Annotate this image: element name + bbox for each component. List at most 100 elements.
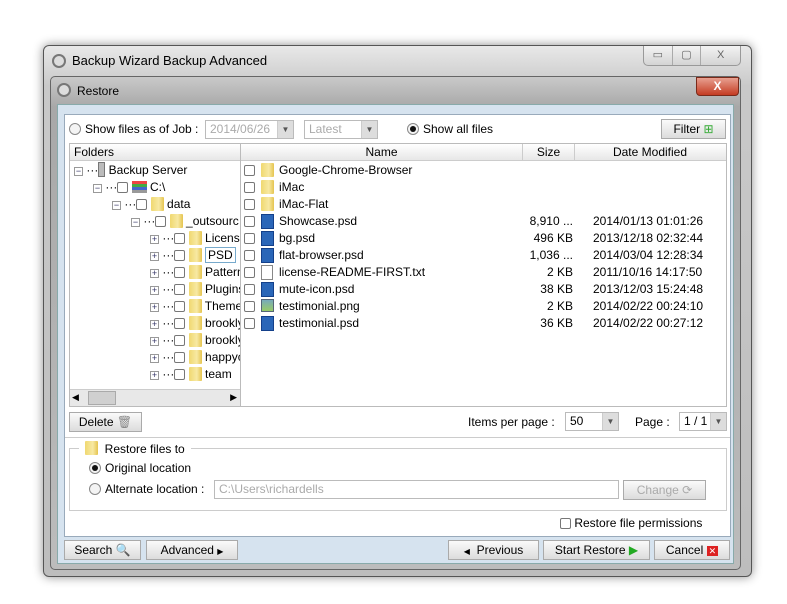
tree-checkbox[interactable] [174, 284, 186, 295]
folder-icon [169, 214, 183, 228]
file-checkbox[interactable] [244, 182, 255, 193]
tree-item[interactable]: + ··· Pattern [150, 264, 240, 281]
tree-item-label: happyc [205, 350, 241, 364]
file-checkbox[interactable] [244, 250, 255, 261]
folder-file-icon [261, 180, 274, 194]
file-checkbox[interactable] [244, 318, 255, 329]
tree-checkbox[interactable] [174, 335, 186, 346]
file-checkbox[interactable] [244, 199, 255, 210]
folder-tree: Folders − ··· Backup Server − ··· C:\ − ··… [69, 143, 241, 407]
file-checkbox[interactable] [244, 284, 255, 295]
restore-permissions-checkbox[interactable]: Restore file permissions [560, 516, 702, 530]
file-name: Google-Chrome-Browser [279, 163, 413, 177]
file-row[interactable]: mute-icon.psd 38 KB 2013/12/03 15:24:48 [241, 281, 725, 298]
file-row[interactable]: license-README-FIRST.txt 2 KB 2011/10/16 1… [241, 264, 725, 281]
file-row[interactable]: flat-browser.psd 1,036 ... 2014/03/04 12:2… [241, 247, 725, 264]
page-select[interactable]: 1 / 1 ▼ [679, 412, 727, 431]
file-row[interactable]: iMac-Flat [241, 196, 725, 213]
tree-item[interactable]: − ··· C:\ [93, 179, 165, 196]
expand-toggle-icon[interactable]: + [150, 320, 159, 329]
tree-checkbox[interactable] [136, 199, 148, 210]
tree-checkbox[interactable] [174, 301, 186, 312]
tree-checkbox[interactable] [174, 233, 186, 244]
tree-item[interactable]: + ··· Plugins [150, 281, 240, 298]
expand-toggle-icon[interactable]: + [150, 269, 159, 278]
tree-horizontal-scrollbar[interactable]: ◀ ▶ [70, 389, 240, 406]
tree-item[interactable]: − ··· Backup Server [74, 162, 187, 179]
delete-button[interactable]: Delete 🗑 [69, 412, 142, 432]
expand-toggle-icon[interactable]: + [150, 235, 159, 244]
file-checkbox[interactable] [244, 165, 255, 176]
expand-toggle-icon[interactable]: − [112, 201, 121, 210]
tree-checkbox[interactable] [174, 352, 186, 363]
tree-item[interactable]: + ··· PSD [150, 247, 236, 264]
file-row[interactable]: testimonial.psd 36 KB 2014/02/22 00:27:12 [241, 315, 725, 332]
show-as-of-job-radio[interactable]: Show files as of Job : [69, 122, 198, 136]
file-row[interactable]: Google-Chrome-Browser [241, 162, 725, 179]
column-date-modified[interactable]: Date Modified [575, 144, 725, 160]
expand-toggle-icon[interactable]: − [74, 167, 83, 176]
tree-checkbox[interactable] [174, 267, 186, 278]
tree-item[interactable]: + ··· brookly [150, 315, 240, 332]
show-all-files-radio[interactable]: Show all files [407, 122, 493, 136]
start-restore-label: Start Restore [554, 543, 626, 557]
folder-icon [188, 367, 202, 381]
advanced-button[interactable]: Advanced ▶ [146, 540, 238, 560]
expand-toggle-icon[interactable]: − [93, 184, 102, 193]
tree-checkbox[interactable] [155, 216, 167, 227]
page-value: 1 / 1 [684, 414, 708, 428]
column-size[interactable]: Size [523, 144, 575, 160]
file-row[interactable]: bg.psd 496 KB 2013/12/18 02:32:44 [241, 230, 725, 247]
page-label: Page : [635, 415, 670, 429]
job-version-select[interactable]: Latest ▼ [304, 120, 378, 139]
cancel-button[interactable]: Cancel ✕ [654, 540, 730, 560]
chevron-down-icon: ▼ [277, 121, 293, 138]
items-per-page-select[interactable]: 50 ▼ [565, 412, 619, 431]
alternate-location-input[interactable]: C:\Users\richardells [214, 480, 619, 499]
dialog-close-button[interactable]: X [696, 77, 739, 96]
expand-toggle-icon[interactable]: + [150, 303, 159, 312]
dialog-icon [57, 83, 71, 97]
column-name[interactable]: Name [241, 144, 523, 160]
maximize-button[interactable]: ▢ [673, 46, 702, 65]
expand-toggle-icon[interactable]: + [150, 354, 159, 363]
tree-checkbox[interactable] [174, 250, 186, 261]
tree-item[interactable]: + ··· Licens [150, 230, 240, 247]
change-button[interactable]: Change ⟳ [623, 480, 706, 500]
tree-item[interactable]: + ··· brookly [150, 332, 240, 349]
file-checkbox[interactable] [244, 301, 255, 312]
tree-item[interactable]: + ··· Theme [150, 298, 240, 315]
scroll-left-icon[interactable]: ◀ [72, 392, 79, 403]
job-version-value: Latest [309, 122, 342, 136]
file-name: testimonial.psd [279, 316, 360, 330]
alternate-location-radio[interactable]: Alternate location : [89, 482, 204, 496]
start-restore-button[interactable]: Start Restore ▶ [543, 540, 650, 560]
tree-checkbox[interactable] [174, 318, 186, 329]
expand-toggle-icon[interactable]: − [131, 218, 140, 227]
scroll-right-icon[interactable]: ▶ [230, 392, 237, 403]
file-row[interactable]: testimonial.png 2 KB 2014/02/22 00:24:10 [241, 298, 725, 315]
tree-item[interactable]: − ··· _outsourc [131, 213, 239, 230]
scroll-thumb[interactable] [88, 391, 116, 405]
original-location-radio[interactable]: Original location [89, 461, 191, 475]
previous-button[interactable]: ◀ Previous [448, 540, 539, 560]
tree-checkbox[interactable] [174, 369, 186, 380]
tree-item[interactable]: + ··· happyc [150, 349, 241, 366]
file-row[interactable]: iMac [241, 179, 725, 196]
file-checkbox[interactable] [244, 216, 255, 227]
expand-toggle-icon[interactable]: + [150, 252, 159, 261]
file-checkbox[interactable] [244, 267, 255, 278]
tree-checkbox[interactable] [117, 182, 129, 193]
expand-toggle-icon[interactable]: + [150, 371, 159, 380]
expand-toggle-icon[interactable]: + [150, 337, 159, 346]
job-date-select[interactable]: 2014/06/26 ▼ [205, 120, 294, 139]
minimize-button[interactable]: ▭ [644, 46, 673, 65]
tree-item[interactable]: − ··· data [112, 196, 190, 213]
file-row[interactable]: Showcase.psd 8,910 ... 2014/01/13 01:01:26 [241, 213, 725, 230]
file-checkbox[interactable] [244, 233, 255, 244]
expand-toggle-icon[interactable]: + [150, 286, 159, 295]
filter-button[interactable]: Filter ⊞ [661, 119, 726, 139]
tree-item[interactable]: + ··· team [150, 366, 232, 383]
window-close-button[interactable]: X [701, 46, 740, 65]
search-button[interactable]: Search 🔍 [64, 540, 141, 560]
